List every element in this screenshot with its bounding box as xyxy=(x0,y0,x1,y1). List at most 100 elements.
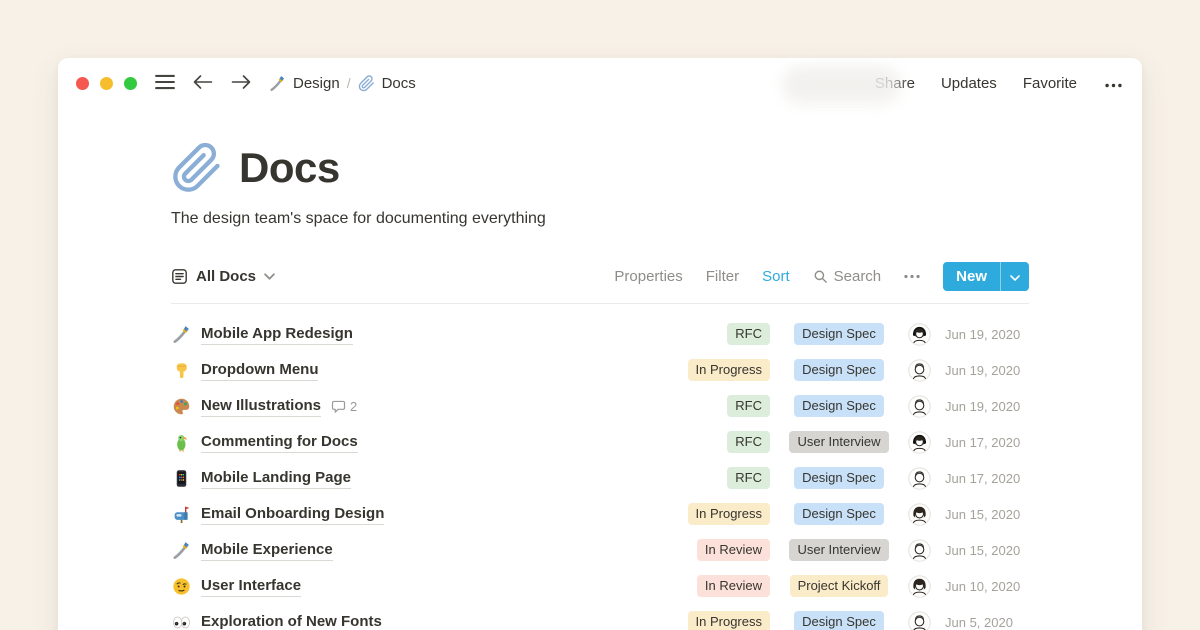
category-cell: Design Spec xyxy=(786,359,892,381)
doc-date: Jun 5, 2020 xyxy=(945,615,1029,630)
doc-title-link[interactable]: Exploration of New Fonts xyxy=(201,612,382,630)
status-cell: In Review xyxy=(674,575,770,597)
category-badge: User Interview xyxy=(789,431,888,453)
status-badge: RFC xyxy=(727,431,770,453)
status-cell: In Review xyxy=(674,539,770,561)
doc-title-link[interactable]: Mobile Landing Page xyxy=(201,468,351,489)
search-button[interactable]: Search xyxy=(813,268,882,285)
view-more-button[interactable] xyxy=(904,274,920,279)
doc-row[interactable]: Mobile App RedesignRFCDesign SpecJun 19,… xyxy=(171,316,1029,352)
doc-title-link[interactable]: Commenting for Docs xyxy=(201,432,358,453)
category-badge: Design Spec xyxy=(794,359,884,381)
doc-row[interactable]: New Illustrations 2 RFC Design Spec Jun 19, … xyxy=(171,388,1029,424)
toolbar-divider xyxy=(171,303,1029,304)
status-cell: In Progress xyxy=(674,359,770,381)
breadcrumb-item-design[interactable]: Design xyxy=(269,75,340,92)
back-button[interactable] xyxy=(191,72,215,95)
sidebar-toggle-button[interactable] xyxy=(153,72,177,95)
forward-button[interactable] xyxy=(229,72,253,95)
doc-row[interactable]: Mobile Landing PageRFCDesign SpecJun 17,… xyxy=(171,460,1029,496)
mailbox-emoji xyxy=(171,505,192,524)
doc-row[interactable]: Mobile Experience In ReviewUser Interview… xyxy=(171,532,1029,568)
woman-avatar xyxy=(908,503,931,526)
status-cell: RFC xyxy=(674,395,770,417)
category-cell: Design Spec xyxy=(786,395,892,417)
back-arrow-icon xyxy=(193,74,213,93)
chevron-down-icon xyxy=(1010,269,1020,284)
doc-date: Jun 19, 2020 xyxy=(945,399,1029,414)
status-badge: In Progress xyxy=(688,503,770,525)
zoom-button[interactable] xyxy=(124,77,137,90)
category-badge: Design Spec xyxy=(794,395,884,417)
doc-row[interactable]: Email Onboarding Design In ProgressDesign… xyxy=(171,496,1029,532)
sort-button[interactable]: Sort xyxy=(762,268,790,285)
doc-date: Jun 17, 2020 xyxy=(945,435,1029,450)
doc-date: Jun 19, 2020 xyxy=(945,327,1029,342)
doc-row[interactable]: User Interface In ReviewProject KickoffJu… xyxy=(171,568,1029,604)
doc-title-link[interactable]: New Illustrations xyxy=(201,396,321,417)
row-meta: In ProgressDesign SpecJun 15, 2020 xyxy=(674,503,1029,526)
mobile-phone-emoji xyxy=(171,469,192,488)
row-meta: RFC User Interview Jun 17, 2020 xyxy=(674,431,1029,454)
doc-title-link[interactable]: Mobile App Redesign xyxy=(201,324,353,345)
status-cell: RFC xyxy=(674,431,770,453)
updates-button[interactable]: Updates xyxy=(941,75,997,92)
more-options-button[interactable] xyxy=(1103,73,1124,94)
page-header: Docs xyxy=(171,142,1029,194)
window-controls xyxy=(76,77,137,90)
row-meta: RFCDesign SpecJun 17, 2020 xyxy=(674,467,1029,490)
doc-row[interactable]: Dropdown MenuIn ProgressDesign SpecJun 1… xyxy=(171,352,1029,388)
toolbar-actions: Properties Filter Sort Search New xyxy=(614,262,1029,291)
status-badge: RFC xyxy=(727,467,770,489)
new-split-button: New xyxy=(943,262,1029,291)
row-meta: In ReviewUser InterviewJun 15, 2020 xyxy=(674,539,1029,562)
doc-title-link[interactable]: Email Onboarding Design xyxy=(201,504,384,525)
ellipsis-icon xyxy=(1105,75,1122,92)
category-cell: Design Spec xyxy=(786,611,892,630)
filter-button[interactable]: Filter xyxy=(706,268,739,285)
category-cell: Design Spec xyxy=(786,467,892,489)
page-description: The design team's space for documenting … xyxy=(171,210,1029,228)
doc-title-link[interactable]: Mobile Experience xyxy=(201,540,333,561)
doc-row[interactable]: Exploration of New FontsIn ProgressDesig… xyxy=(171,604,1029,630)
man-avatar xyxy=(908,395,931,418)
comment-count[interactable]: 2 xyxy=(331,399,357,414)
doc-row[interactable]: Commenting for Docs RFC User Interview Jun … xyxy=(171,424,1029,460)
view-toolbar: All Docs Properties Filter Sort Search N… xyxy=(171,260,1029,292)
row-meta: In ReviewProject KickoffJun 10, 2020 xyxy=(674,575,1029,598)
status-cell: RFC xyxy=(674,467,770,489)
breadcrumb: Design / Docs xyxy=(269,75,416,92)
status-badge: RFC xyxy=(727,395,770,417)
status-badge: In Review xyxy=(697,539,770,561)
view-selector[interactable]: All Docs xyxy=(171,268,275,285)
woman-avatar xyxy=(908,575,931,598)
eyes-emoji xyxy=(171,613,192,630)
row-meta: In ProgressDesign SpecJun 19, 2020 xyxy=(674,359,1029,382)
doc-title-link[interactable]: User Interface xyxy=(201,576,301,597)
close-button[interactable] xyxy=(76,77,89,90)
doc-title-link[interactable]: Dropdown Menu xyxy=(201,360,318,381)
category-cell: Design Spec xyxy=(786,323,892,345)
titlebar-menu: Share Updates Favorite xyxy=(875,73,1124,94)
breadcrumb-label: Design xyxy=(293,75,340,92)
point-down-emoji xyxy=(171,361,192,380)
paperclip-emoji[interactable] xyxy=(171,142,223,194)
minimize-button[interactable] xyxy=(100,77,113,90)
raised-eyebrow-emoji xyxy=(171,577,192,596)
chevron-down-icon xyxy=(264,273,275,280)
parrot-emoji xyxy=(171,433,192,452)
row-meta: RFCDesign SpecJun 19, 2020 xyxy=(674,323,1029,346)
search-icon xyxy=(813,269,828,284)
paintbrush-emoji xyxy=(269,75,286,92)
breadcrumb-item-docs[interactable]: Docs xyxy=(358,75,416,92)
comment-count-value: 2 xyxy=(350,399,357,414)
new-button[interactable]: New xyxy=(943,262,1000,291)
new-dropdown-button[interactable] xyxy=(1000,262,1029,291)
favorite-button[interactable]: Favorite xyxy=(1023,75,1077,92)
app-window: Design / Docs Share Updates Favorite Doc… xyxy=(58,58,1142,630)
category-badge: Design Spec xyxy=(794,467,884,489)
view-selector-label: All Docs xyxy=(196,268,256,285)
paintbrush-emoji xyxy=(171,541,192,560)
properties-button[interactable]: Properties xyxy=(614,268,682,285)
ghost-highlight-artifact xyxy=(782,66,900,104)
